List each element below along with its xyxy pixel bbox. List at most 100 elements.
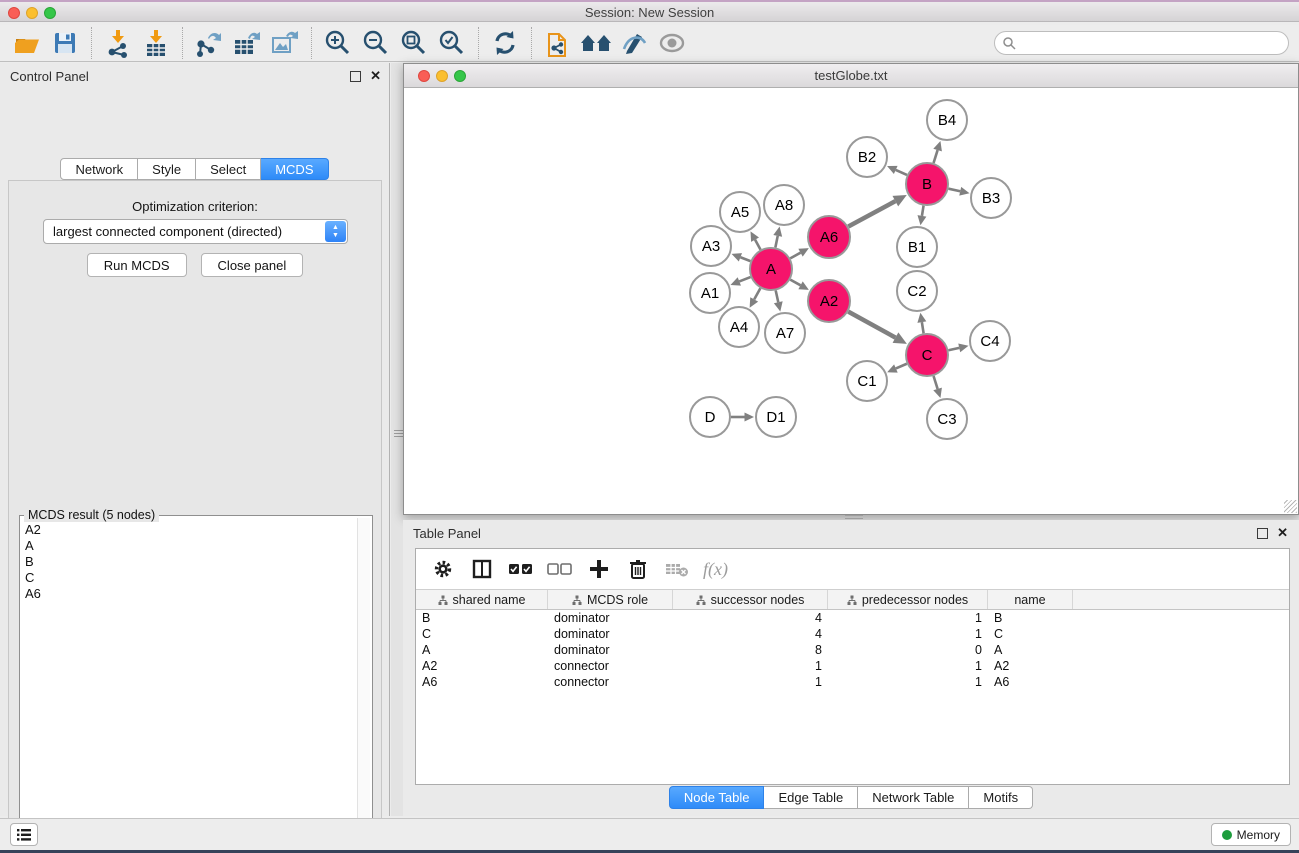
optimization-criterion-label: Optimization criterion:: [9, 199, 381, 214]
cell-mcds-role[interactable]: connector: [548, 658, 673, 674]
select-all-button[interactable]: [504, 554, 537, 584]
function-builder-button[interactable]: f(x): [703, 559, 728, 580]
cell-shared-name[interactable]: B: [416, 610, 548, 626]
tab-edge-table[interactable]: Edge Table: [764, 786, 858, 809]
network-canvas[interactable]: B4B2BB3A8A5A6A3B1AA1C2A2A4A7C4CC1C3DD1: [404, 88, 1298, 514]
cell-predecessor-nodes[interactable]: 1: [828, 626, 988, 642]
search-field[interactable]: [994, 31, 1289, 55]
tab-network-table[interactable]: Network Table: [858, 786, 969, 809]
close-panel-icon[interactable]: ✕: [370, 68, 381, 84]
cell-shared-name[interactable]: C: [416, 626, 548, 642]
show-graphics-button[interactable]: [653, 27, 691, 59]
list-item[interactable]: A: [25, 538, 357, 554]
table-row[interactable]: A6 connector 1 1 A6: [416, 674, 1289, 690]
main-toolbar: [0, 25, 1299, 62]
float-panel-icon[interactable]: [1257, 528, 1268, 539]
zoom-selected-button[interactable]: [433, 27, 471, 59]
add-column-button[interactable]: [582, 554, 615, 584]
network-file-button[interactable]: [539, 27, 577, 59]
list-item[interactable]: B: [25, 554, 357, 570]
column-header-mcds-role[interactable]: MCDS role: [548, 590, 673, 609]
refresh-button[interactable]: [486, 27, 524, 59]
zoom-in-button[interactable]: [319, 27, 357, 59]
close-panel-icon[interactable]: ✕: [1277, 525, 1288, 541]
network-view-window[interactable]: testGlobe.txt B4B2BB3A8A5A6A3B1AA1C2A2A4…: [403, 63, 1299, 515]
cell-successor-nodes[interactable]: 4: [673, 626, 828, 642]
cell-mcds-role[interactable]: dominator: [548, 642, 673, 658]
import-network-button[interactable]: [99, 27, 137, 59]
delete-column-button[interactable]: [621, 554, 654, 584]
mcds-result-list[interactable]: A2 A B C A6: [22, 518, 357, 853]
cell-predecessor-nodes[interactable]: 1: [828, 674, 988, 690]
list-item[interactable]: C: [25, 570, 357, 586]
tab-mcds[interactable]: MCDS: [261, 158, 328, 180]
table-row[interactable]: A dominator 8 0 A: [416, 642, 1289, 658]
table-row[interactable]: A2 connector 1 1 A2: [416, 658, 1289, 674]
scrollbar[interactable]: [357, 518, 370, 853]
export-table-button[interactable]: [228, 27, 266, 59]
cell-successor-nodes[interactable]: 1: [673, 674, 828, 690]
close-panel-button[interactable]: Close panel: [201, 253, 304, 277]
select-stepper-icon: ▲▼: [325, 221, 346, 242]
export-image-button[interactable]: [266, 27, 304, 59]
cell-predecessor-nodes[interactable]: 0: [828, 642, 988, 658]
split-divider-handle[interactable]: [845, 515, 863, 519]
list-item[interactable]: A2: [25, 522, 357, 538]
delete-table-button[interactable]: [660, 554, 693, 584]
open-session-button[interactable]: [8, 27, 46, 59]
table-panel: Table Panel ✕: [403, 520, 1299, 816]
list-item[interactable]: A6: [25, 586, 357, 602]
criterion-select[interactable]: largest connected component (directed) ▲…: [43, 219, 348, 244]
table-row[interactable]: C dominator 4 1 C: [416, 626, 1289, 642]
control-panel: Control Panel ✕ Network Style Select MCD…: [0, 63, 390, 816]
tab-node-table[interactable]: Node Table: [669, 786, 765, 809]
cell-shared-name[interactable]: A2: [416, 658, 548, 674]
import-table-button[interactable]: [137, 27, 175, 59]
cell-shared-name[interactable]: A: [416, 642, 548, 658]
tab-network[interactable]: Network: [60, 158, 138, 180]
split-divider-handle[interactable]: [394, 424, 403, 442]
cell-predecessor-nodes[interactable]: 1: [828, 658, 988, 674]
cell-shared-name[interactable]: A6: [416, 674, 548, 690]
export-network-button[interactable]: [190, 27, 228, 59]
deselect-all-button[interactable]: [543, 554, 576, 584]
cell-name[interactable]: C: [988, 626, 1073, 642]
cell-successor-nodes[interactable]: 1: [673, 658, 828, 674]
cell-name[interactable]: A6: [988, 674, 1073, 690]
table-row[interactable]: B dominator 4 1 B: [416, 610, 1289, 626]
network-graph[interactable]: B4B2BB3A8A5A6A3B1AA1C2A2A4A7C4CC1C3DD1: [404, 88, 1298, 514]
memory-label: Memory: [1237, 828, 1280, 842]
cell-mcds-role[interactable]: dominator: [548, 626, 673, 642]
cell-successor-nodes[interactable]: 4: [673, 610, 828, 626]
column-header-successor-nodes[interactable]: successor nodes: [673, 590, 828, 609]
tab-style[interactable]: Style: [138, 158, 196, 180]
window-resize-grip[interactable]: [1284, 500, 1297, 513]
cell-name[interactable]: A: [988, 642, 1073, 658]
graph-node-label: A7: [776, 325, 794, 342]
control-panel-header: Control Panel ✕: [0, 63, 389, 89]
cell-mcds-role[interactable]: dominator: [548, 610, 673, 626]
cell-predecessor-nodes[interactable]: 1: [828, 610, 988, 626]
task-history-button[interactable]: [10, 823, 38, 846]
home-button[interactable]: [577, 27, 615, 59]
tab-select[interactable]: Select: [196, 158, 261, 180]
hide-annotations-button[interactable]: [615, 27, 653, 59]
column-header-predecessor-nodes[interactable]: predecessor nodes: [828, 590, 988, 609]
cell-successor-nodes[interactable]: 8: [673, 642, 828, 658]
cell-name[interactable]: B: [988, 610, 1073, 626]
memory-button[interactable]: Memory: [1211, 823, 1291, 846]
search-input[interactable]: [1021, 36, 1288, 50]
zoom-out-button[interactable]: [357, 27, 395, 59]
tab-motifs[interactable]: Motifs: [969, 786, 1033, 809]
run-mcds-button[interactable]: Run MCDS: [87, 253, 187, 277]
table-settings-button[interactable]: [426, 554, 459, 584]
column-header-name[interactable]: name: [988, 590, 1073, 609]
show-columns-button[interactable]: [465, 554, 498, 584]
cell-mcds-role[interactable]: connector: [548, 674, 673, 690]
float-panel-icon[interactable]: [350, 71, 361, 82]
network-window-titlebar[interactable]: testGlobe.txt: [404, 64, 1298, 88]
column-header-shared-name[interactable]: shared name: [416, 590, 548, 609]
save-session-button[interactable]: [46, 27, 84, 59]
cell-name[interactable]: A2: [988, 658, 1073, 674]
zoom-fit-button[interactable]: [395, 27, 433, 59]
